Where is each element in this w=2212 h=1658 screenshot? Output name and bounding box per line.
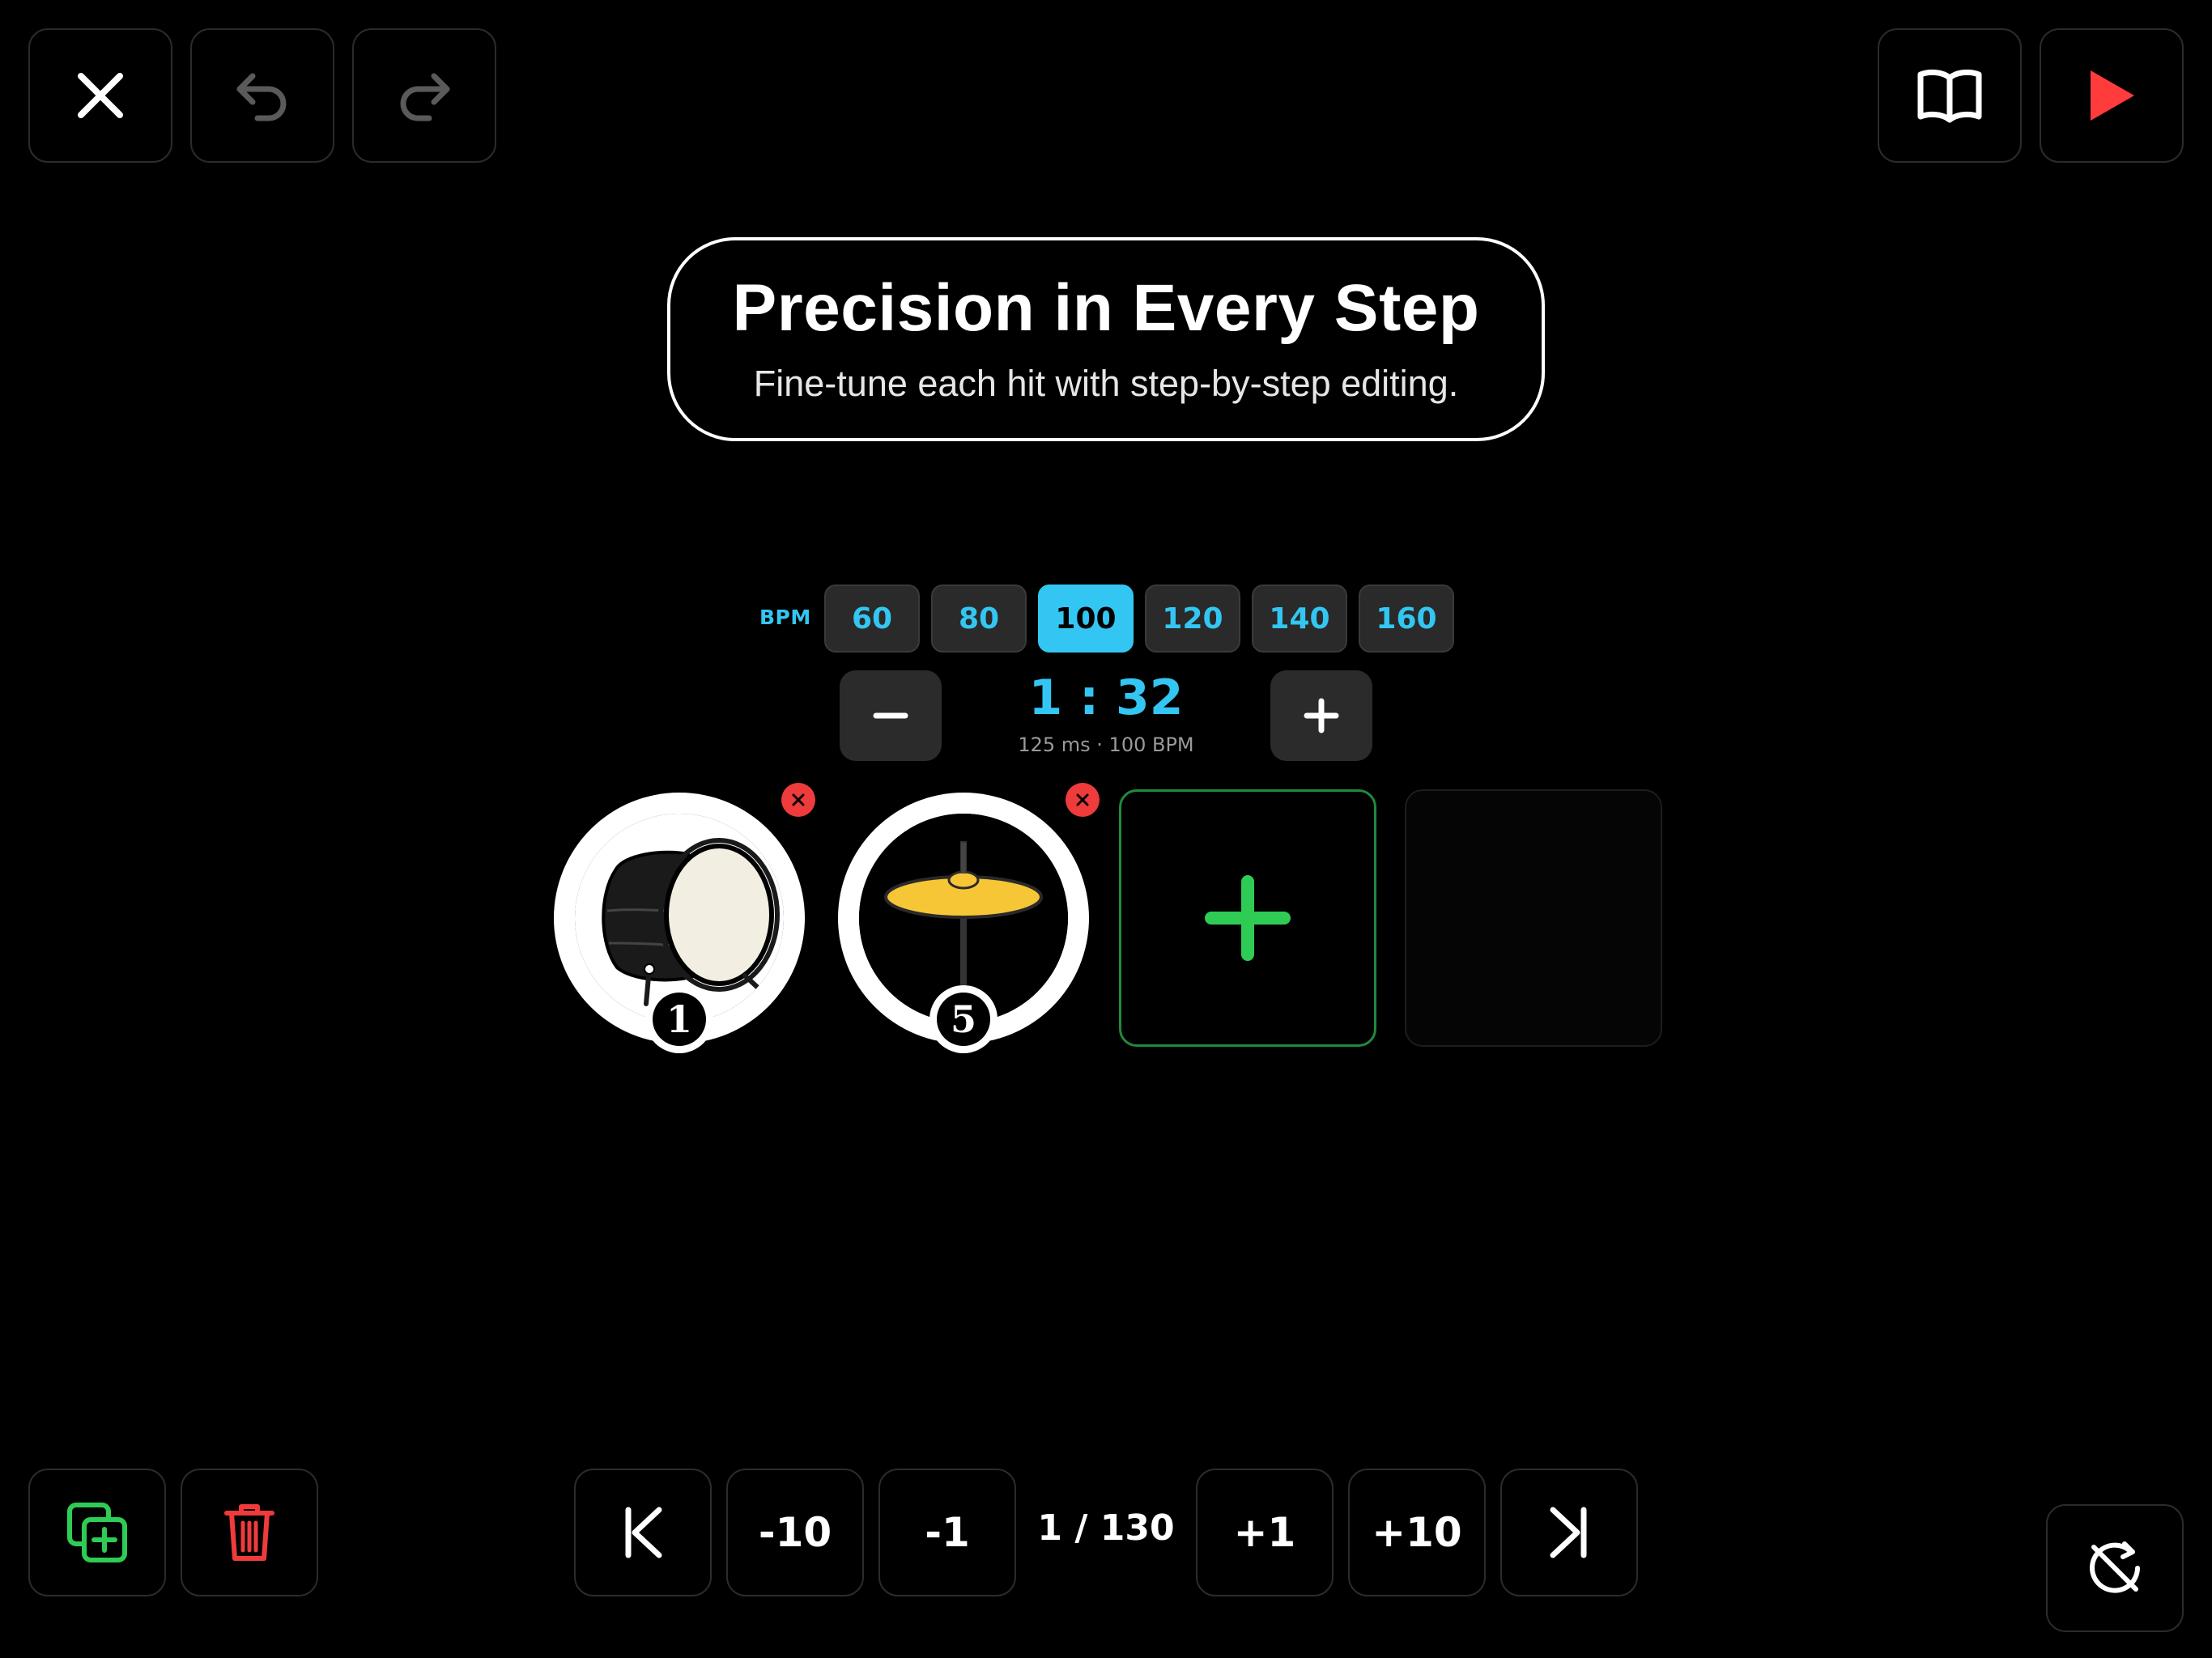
plus-icon xyxy=(1205,875,1291,961)
slot-number-badge: 1 xyxy=(645,985,713,1053)
bpm-option-60[interactable]: 60 xyxy=(824,585,920,653)
first-step-button[interactable] xyxy=(574,1469,712,1596)
duplicate-step-button[interactable] xyxy=(28,1469,166,1596)
redo-icon xyxy=(400,73,450,121)
bpm-option-100[interactable]: 100 xyxy=(1038,585,1134,653)
trash-icon xyxy=(224,1504,274,1561)
slot-number-badge: 5 xyxy=(929,985,998,1053)
bpm-option-140[interactable]: 140 xyxy=(1252,585,1347,653)
step-counter: 1 / 130 xyxy=(1037,1507,1175,1549)
rotation-lock-button[interactable] xyxy=(2046,1504,2184,1632)
undo-button[interactable] xyxy=(190,28,334,163)
forward-10-button[interactable]: +10 xyxy=(1348,1469,1486,1596)
undo-icon xyxy=(236,73,287,121)
last-step-button[interactable] xyxy=(1500,1469,1638,1596)
bpm-option-120[interactable]: 120 xyxy=(1145,585,1240,653)
book-icon xyxy=(1917,69,1982,123)
close-icon xyxy=(1076,793,1089,806)
redo-button[interactable] xyxy=(352,28,496,163)
step-resolution-value: 1 : 32 xyxy=(1028,670,1184,726)
play-icon xyxy=(2091,70,2134,121)
bpm-option-80[interactable]: 80 xyxy=(931,585,1027,653)
remove-slot-button[interactable] xyxy=(781,783,815,817)
delete-step-button[interactable] xyxy=(181,1469,318,1596)
feature-banner: Precision in Every Step Fine-tune each h… xyxy=(667,237,1545,441)
back-10-button[interactable]: -10 xyxy=(726,1469,864,1596)
slot-bass-drum[interactable]: 1 xyxy=(554,793,805,1053)
empty-slot xyxy=(1405,789,1662,1047)
minus-icon xyxy=(873,712,908,719)
forward-1-button[interactable]: +1 xyxy=(1196,1469,1334,1596)
plus-icon xyxy=(1304,698,1339,733)
guide-button[interactable] xyxy=(1878,28,2022,163)
rotation-lock-off-icon xyxy=(2090,1541,2140,1593)
step-timing-detail: 125 ms · 100 BPM xyxy=(1018,733,1194,756)
bpm-label: BPM xyxy=(759,606,811,629)
close-icon xyxy=(78,73,123,118)
banner-title: Precision in Every Step xyxy=(732,271,1480,345)
duplicate-icon xyxy=(67,1503,127,1562)
banner-subtitle: Fine-tune each hit with step-by-step edi… xyxy=(753,363,1459,404)
close-button[interactable] xyxy=(28,28,172,163)
back-1-button[interactable]: -1 xyxy=(878,1469,1016,1596)
step-decrease-button[interactable] xyxy=(840,670,942,761)
close-icon xyxy=(792,793,805,806)
slot-cymbal[interactable]: 5 xyxy=(838,793,1089,1053)
skip-first-icon xyxy=(625,1507,662,1558)
bpm-option-160[interactable]: 160 xyxy=(1359,585,1454,653)
play-button[interactable] xyxy=(2040,28,2184,163)
add-instrument-button[interactable] xyxy=(1119,789,1376,1047)
step-increase-button[interactable] xyxy=(1270,670,1372,761)
remove-slot-button[interactable] xyxy=(1066,783,1100,817)
skip-last-icon xyxy=(1550,1507,1587,1558)
